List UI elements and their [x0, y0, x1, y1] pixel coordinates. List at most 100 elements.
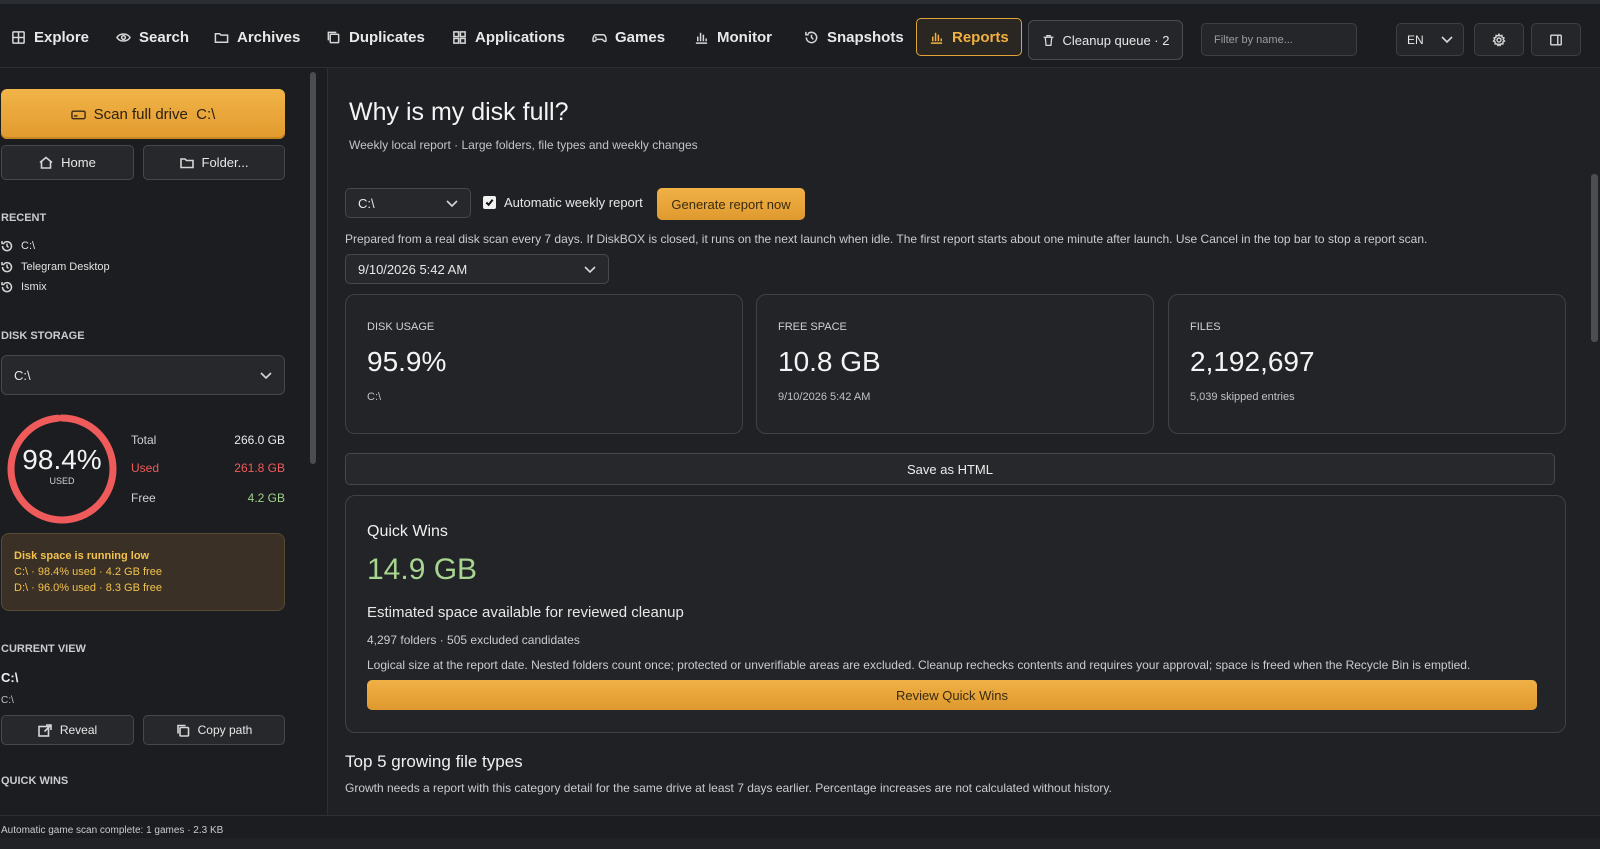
history-icon — [1, 240, 13, 252]
used-label: Used — [131, 461, 160, 475]
report-date-select[interactable]: 9/10/2026 5:42 AM — [345, 254, 609, 284]
top-navigation-bar: Explore Search Archives Duplicates Appli… — [0, 0, 1600, 68]
tab-games-label: Games — [615, 28, 666, 46]
card-sub: 5,039 skipped entries — [1190, 391, 1295, 403]
warning-title: Disk space is running low — [14, 550, 150, 562]
chevron-down-icon — [1441, 35, 1453, 43]
tab-snapshots[interactable]: Snapshots — [796, 18, 912, 56]
disk-storage-title: DISK STORAGE — [1, 330, 85, 342]
report-info-text: Prepared from a real disk scan every 7 d… — [345, 232, 1428, 246]
reveal-label: Reveal — [59, 723, 98, 737]
save-as-html-button[interactable]: Save as HTML — [345, 453, 1555, 485]
chevron-down-icon — [446, 199, 458, 207]
growth-section-subtitle: Growth needs a report with this category… — [345, 781, 1112, 795]
card-label: FREE SPACE — [778, 321, 847, 333]
toggle-panel-button[interactable] — [1531, 23, 1581, 56]
card-value: 95.9% — [367, 346, 447, 377]
history-icon — [1, 261, 13, 273]
quick-wins-note: Logical size at the report date. Nested … — [367, 658, 1471, 672]
checkbox-box[interactable] — [483, 196, 496, 209]
main-scrollbar[interactable] — [1591, 174, 1598, 342]
card-label: FILES — [1190, 321, 1221, 333]
card-sub: 9/10/2026 5:42 AM — [778, 391, 871, 403]
page-title: Why is my disk full? — [349, 98, 569, 126]
tab-archives-label: Archives — [237, 28, 301, 46]
tab-snapshots-label: Snapshots — [827, 28, 904, 46]
scan-full-drive-button[interactable]: Scan full drive C:\ — [1, 89, 285, 139]
auto-weekly-checkbox[interactable]: Automatic weekly report — [483, 195, 643, 210]
history-icon — [1, 281, 13, 293]
tab-explore[interactable]: Explore — [3, 18, 97, 56]
page-subtitle: Weekly local report · Large folders, fil… — [349, 138, 698, 152]
free-space-card: FREE SPACE 10.8 GB 9/10/2026 5:42 AM — [756, 294, 1154, 434]
home-button[interactable]: Home — [1, 145, 134, 180]
recent-item-label: Ismix — [21, 281, 47, 293]
current-view-title: CURRENT VIEW — [1, 643, 86, 655]
sidebar-scrollbar[interactable] — [310, 72, 316, 464]
current-view-path: C:\ — [1, 695, 14, 706]
total-label: Total — [131, 433, 157, 447]
settings-button[interactable] — [1474, 23, 1524, 56]
tab-explore-label: Explore — [34, 28, 90, 46]
files-card: FILES 2,192,697 5,039 skipped entries — [1168, 294, 1566, 434]
history-icon — [805, 31, 818, 43]
eye-icon — [116, 32, 131, 42]
card-value: 2,192,697 — [1190, 346, 1315, 377]
report-drive-value: C:\ — [358, 195, 375, 211]
os-taskbar-strip — [0, 838, 1600, 849]
usage-percent: 98.4% — [22, 444, 102, 475]
tab-archives[interactable]: Archives — [206, 18, 308, 56]
tab-monitor-label: Monitor — [717, 28, 772, 46]
copy-path-label: Copy path — [197, 723, 253, 737]
save-as-html-label: Save as HTML — [907, 461, 993, 477]
tab-applications[interactable]: Applications — [444, 18, 573, 56]
recent-item-label: C:\ — [21, 240, 36, 252]
review-quick-wins-button[interactable]: Review Quick Wins — [367, 680, 1537, 710]
report-drive-select[interactable]: C:\ — [345, 188, 471, 218]
warning-line: D:\ · 96.0% used · 8.3 GB free — [14, 582, 162, 594]
quick-wins-meta: 4,297 folders · 505 excluded candidates — [367, 633, 580, 647]
tab-search[interactable]: Search — [108, 18, 197, 56]
usage-sub-label: USED — [49, 476, 75, 486]
free-label: Free — [131, 491, 156, 505]
growth-section-title: Top 5 growing file types — [345, 752, 523, 771]
reveal-button[interactable]: Reveal — [1, 715, 134, 745]
filter-input[interactable] — [1201, 23, 1357, 56]
total-row: Total 266.0 GB — [131, 433, 285, 447]
tab-reports[interactable]: Reports — [916, 18, 1022, 56]
drive-select[interactable]: C:\ — [1, 355, 285, 395]
quick-wins-description: Estimated space available for reviewed c… — [367, 604, 684, 621]
trash-icon — [1043, 34, 1053, 46]
free-value: 4.2 GB — [247, 491, 285, 505]
status-text: Automatic game scan complete: 1 games · … — [1, 825, 224, 836]
review-quick-wins-label: Review Quick Wins — [896, 687, 1008, 703]
home-label: Home — [61, 155, 96, 170]
cleanup-queue-button[interactable]: Cleanup queue · 2 — [1028, 20, 1183, 60]
folder-button[interactable]: Folder... — [143, 145, 285, 180]
card-sub: C:\ — [367, 391, 382, 403]
card-value: 10.8 GB — [778, 346, 881, 377]
tab-duplicates[interactable]: Duplicates — [318, 18, 433, 56]
tab-monitor[interactable]: Monitor — [686, 18, 780, 56]
scan-full-drive-label: Scan full drive C:\ — [93, 105, 216, 123]
recent-item[interactable]: Telegram Desktop — [1, 261, 110, 273]
generate-report-button[interactable]: Generate report now — [657, 188, 805, 220]
recent-item[interactable]: Ismix — [1, 281, 47, 293]
gear-icon — [1492, 32, 1506, 47]
cleanup-queue-label: Cleanup queue · 2 — [1062, 32, 1170, 48]
gamepad-icon — [592, 33, 607, 42]
tab-applications-label: Applications — [475, 28, 566, 46]
report-date-value: 9/10/2026 5:42 AM — [358, 261, 468, 277]
tab-games[interactable]: Games — [584, 18, 673, 56]
language-select[interactable]: EN — [1396, 23, 1464, 56]
disk-usage-card: DISK USAGE 95.9% C:\ — [345, 294, 743, 434]
recent-item[interactable]: C:\ — [1, 240, 35, 252]
recent-title: RECENT — [1, 212, 47, 224]
copy-path-button[interactable]: Copy path — [143, 715, 285, 745]
language-value: EN — [1407, 32, 1424, 47]
copy-icon — [327, 31, 340, 43]
free-row: Free 4.2 GB — [131, 491, 285, 505]
checkmark-icon — [485, 199, 494, 207]
external-link-icon — [38, 723, 52, 737]
low-space-warning: Disk space is running low C:\ · 98.4% us… — [1, 533, 285, 611]
